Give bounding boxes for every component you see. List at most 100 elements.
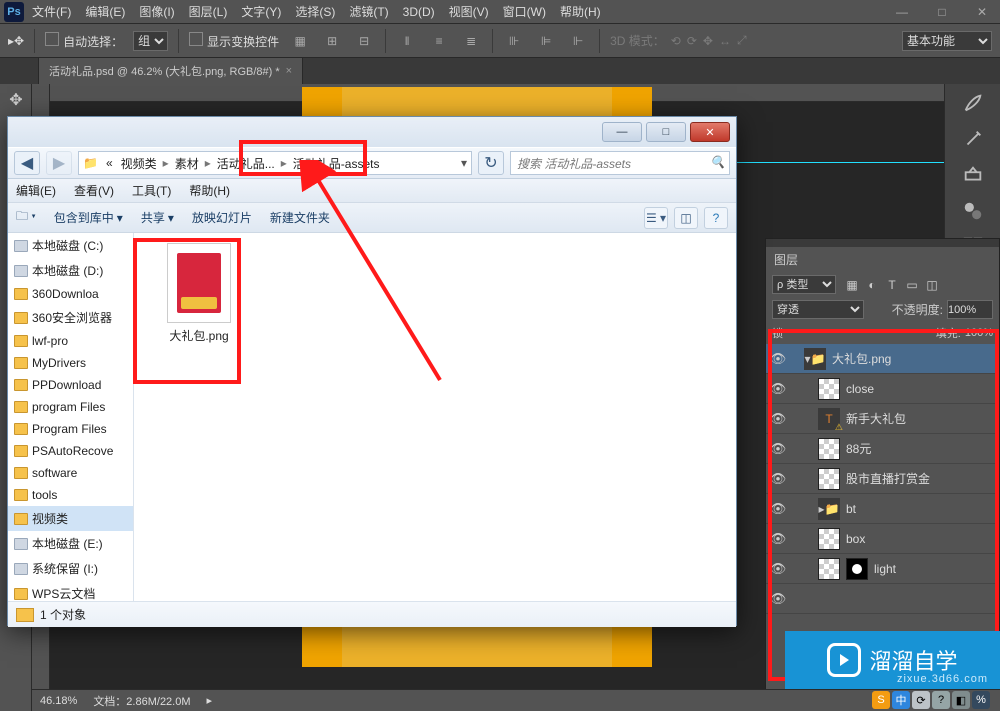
sidebar-item[interactable]: PSAutoRecove: [8, 440, 133, 462]
breadcrumb-item[interactable]: 活动礼品...: [213, 155, 279, 172]
back-button[interactable]: ◀: [14, 151, 40, 175]
menu-text[interactable]: 文字(Y): [241, 3, 281, 20]
share-dropdown[interactable]: 共享 ▾: [141, 209, 174, 226]
minimize-button[interactable]: —: [888, 5, 916, 19]
3d-orbit-icon[interactable]: ⟲: [671, 34, 681, 48]
sidebar-item[interactable]: WPS云文档: [8, 581, 133, 601]
menu-edit[interactable]: 编辑(E): [85, 3, 125, 20]
tray-icon[interactable]: 中: [892, 691, 910, 709]
align-icon[interactable]: ⊟: [353, 30, 375, 52]
breadcrumb-item[interactable]: «: [102, 156, 117, 170]
sidebar-item[interactable]: 本地磁盘 (D:): [8, 258, 133, 283]
close-button[interactable]: ✕: [690, 122, 730, 142]
layer-row[interactable]: 👁 股市直播打赏金: [766, 464, 999, 494]
menu-select[interactable]: 选择(S): [295, 3, 335, 20]
sidebar-item[interactable]: 视频类: [8, 506, 133, 531]
menu-help[interactable]: 帮助(H): [560, 3, 601, 20]
sidebar-item[interactable]: 本地磁盘 (C:): [8, 233, 133, 258]
breadcrumb-item[interactable]: 视频类: [117, 155, 161, 172]
visibility-toggle-icon[interactable]: 👁: [766, 471, 790, 487]
sidebar-item[interactable]: 360安全浏览器: [8, 305, 133, 330]
clone-panel-icon[interactable]: [955, 160, 991, 190]
show-transform-checkbox[interactable]: [189, 32, 203, 46]
layer-row[interactable]: 👁 light: [766, 554, 999, 584]
menu-filter[interactable]: 滤镜(T): [349, 3, 388, 20]
layer-row[interactable]: 👁 T⚠ 新手大礼包: [766, 404, 999, 434]
breadcrumb[interactable]: 📁 « 视频类▸ 素材▸ 活动礼品...▸ 活动礼品-assets ▾: [78, 151, 472, 175]
layers-panel-title[interactable]: 图层: [766, 247, 999, 272]
3d-roll-icon[interactable]: ⟳: [687, 34, 697, 48]
menu-view[interactable]: 查看(V): [74, 182, 114, 199]
visibility-toggle-icon[interactable]: 👁: [766, 411, 790, 427]
distribute-icon[interactable]: ⊫: [535, 30, 557, 52]
distribute-icon[interactable]: ⊩: [567, 30, 589, 52]
sidebar-item[interactable]: lwf-pro: [8, 330, 133, 352]
refresh-button[interactable]: ↻: [478, 151, 504, 175]
minimize-button[interactable]: —: [602, 122, 642, 142]
breadcrumb-item[interactable]: 活动礼品-assets: [289, 155, 384, 172]
sidebar-item[interactable]: 本地磁盘 (E:): [8, 531, 133, 556]
maximize-button[interactable]: □: [646, 122, 686, 142]
filter-text-icon[interactable]: T: [884, 277, 900, 293]
maximize-button[interactable]: □: [928, 5, 956, 19]
visibility-toggle-icon[interactable]: 👁: [766, 531, 790, 547]
align-icon[interactable]: ≡: [428, 30, 450, 52]
close-button[interactable]: ✕: [968, 5, 996, 19]
sidebar-item[interactable]: Program Files: [8, 418, 133, 440]
document-tab[interactable]: 活动礼品.psd @ 46.2% (大礼包.png, RGB/8#) * ×: [38, 57, 303, 84]
distribute-icon[interactable]: ⊪: [503, 30, 525, 52]
align-icon[interactable]: ▦: [289, 30, 311, 52]
filter-shape-icon[interactable]: ▭: [904, 277, 920, 293]
3d-slide-icon[interactable]: ↔: [719, 34, 731, 48]
tray-icon[interactable]: ?: [932, 691, 950, 709]
brush-panel-icon[interactable]: [955, 88, 991, 118]
brush-preset-icon[interactable]: [955, 124, 991, 154]
3d-zoom-icon[interactable]: ⤢: [737, 33, 747, 48]
menu-window[interactable]: 窗口(W): [503, 3, 546, 20]
visibility-toggle-icon[interactable]: 👁: [766, 381, 790, 397]
forward-button[interactable]: ▶: [46, 151, 72, 175]
tray-icon[interactable]: ◧: [952, 691, 970, 709]
sidebar-item[interactable]: MyDrivers: [8, 352, 133, 374]
align-icon[interactable]: ≣: [460, 30, 482, 52]
explorer-file-area[interactable]: 大礼包.png: [134, 233, 736, 601]
visibility-toggle-icon[interactable]: 👁: [766, 351, 790, 367]
menu-layer[interactable]: 图层(L): [189, 3, 228, 20]
move-tool-icon[interactable]: ✥: [2, 86, 30, 114]
layer-row[interactable]: 👁 close: [766, 374, 999, 404]
sidebar-item[interactable]: software: [8, 462, 133, 484]
layer-row[interactable]: 👁 88元: [766, 434, 999, 464]
panel-grip[interactable]: [766, 239, 999, 247]
search-input[interactable]: 搜索 活动礼品-assets 🔍: [510, 151, 730, 175]
layer-row[interactable]: 👁: [766, 584, 999, 614]
dropdown-icon[interactable]: ▾: [461, 156, 467, 170]
sidebar-item[interactable]: tools: [8, 484, 133, 506]
preview-pane-button[interactable]: ◫: [674, 207, 698, 229]
file-item[interactable]: 大礼包.png: [144, 243, 254, 344]
filter-smart-icon[interactable]: ◫: [924, 277, 940, 293]
visibility-toggle-icon[interactable]: 👁: [766, 501, 790, 517]
visibility-toggle-icon[interactable]: 👁: [766, 591, 790, 607]
organize-dropdown[interactable]: 🗀 ▾: [16, 207, 36, 228]
menu-3d[interactable]: 3D(D): [403, 5, 435, 19]
workspace-dropdown[interactable]: 基本功能: [902, 31, 992, 51]
layer-filter-kind[interactable]: ρ 类型: [772, 275, 836, 294]
zoom-level[interactable]: 46.18%: [40, 695, 77, 707]
blend-mode-dropdown[interactable]: 穿透: [772, 300, 864, 319]
layer-group-row[interactable]: 👁 ▾📁 大礼包.png: [766, 344, 999, 374]
swatches-panel-icon[interactable]: [955, 196, 991, 226]
sidebar-item[interactable]: PPDownload: [8, 374, 133, 396]
tray-icon[interactable]: ⟳: [912, 691, 930, 709]
align-icon[interactable]: ‖: [396, 30, 418, 52]
filter-adjust-icon[interactable]: ◐: [864, 277, 880, 293]
menu-help[interactable]: 帮助(H): [189, 182, 230, 199]
visibility-toggle-icon[interactable]: 👁: [766, 561, 790, 577]
new-folder-button[interactable]: 新建文件夹: [270, 209, 330, 226]
filter-pixel-icon[interactable]: ▦: [844, 277, 860, 293]
opacity-input[interactable]: [947, 300, 993, 319]
menu-edit[interactable]: 编辑(E): [16, 182, 56, 199]
tray-icon[interactable]: S: [872, 691, 890, 709]
menu-view[interactable]: 视图(V): [449, 3, 489, 20]
auto-select-dropdown[interactable]: 组: [133, 31, 168, 51]
slideshow-button[interactable]: 放映幻灯片: [192, 209, 252, 226]
